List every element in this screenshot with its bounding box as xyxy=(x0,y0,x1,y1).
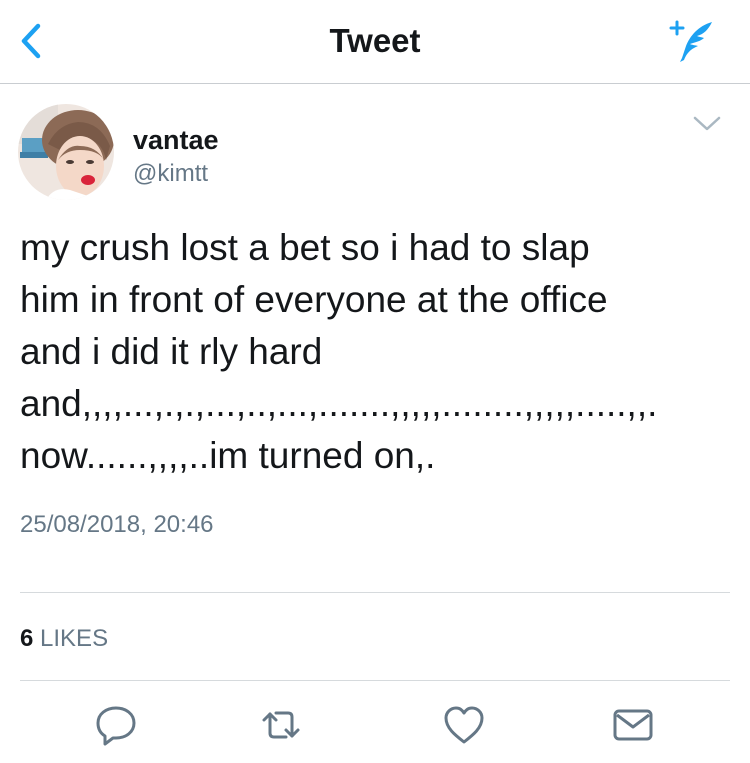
tweet-text-line: him in front of everyone at the office xyxy=(20,279,608,320)
tweet-text-line: and,,,,...,.,.,...,..,...,.......,,,,,..… xyxy=(20,383,658,424)
envelope-icon xyxy=(613,709,653,741)
likes-count-link[interactable]: 6 LIKES xyxy=(20,624,108,654)
tweet-options-button[interactable] xyxy=(690,112,724,136)
tweet-text-line: my crush lost a bet so i had to slap xyxy=(20,227,590,268)
compose-feather-icon xyxy=(669,20,712,62)
chevron-down-icon xyxy=(693,116,721,131)
tweet-text: my crush lost a bet so i had to slap him… xyxy=(20,222,745,482)
divider xyxy=(20,592,730,593)
author-display-name[interactable]: vantae xyxy=(133,124,219,156)
direct-message-button[interactable] xyxy=(610,702,656,748)
avatar[interactable] xyxy=(18,104,114,200)
compose-tweet-button[interactable] xyxy=(668,18,714,64)
likes-label: LIKES xyxy=(40,625,109,652)
tweet-text-line: now......,,,,..im turned on,. xyxy=(20,435,436,476)
divider xyxy=(20,680,730,681)
reply-button[interactable] xyxy=(93,702,139,748)
navigation-bar: Tweet xyxy=(0,0,750,84)
like-button[interactable] xyxy=(441,702,487,748)
tweet-timestamp: 25/08/2018, 20:46 xyxy=(20,511,214,538)
page-title: Tweet xyxy=(329,22,421,59)
author-handle[interactable]: @kimtt xyxy=(133,160,208,188)
reply-icon xyxy=(96,706,136,746)
heart-icon xyxy=(444,706,484,744)
tweet-text-line: and i did it rly hard xyxy=(20,331,323,372)
likes-count: 6 xyxy=(20,625,34,652)
retweet-button[interactable] xyxy=(258,702,304,748)
retweet-icon xyxy=(262,711,300,739)
